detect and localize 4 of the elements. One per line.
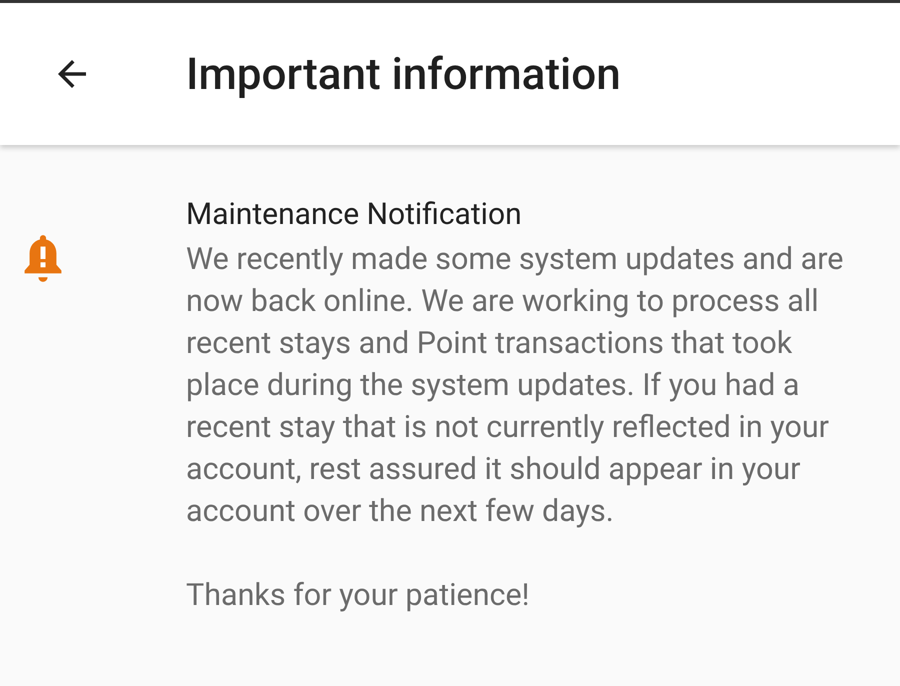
notice-title: Maintenance Notification xyxy=(186,196,523,234)
notice-paragraph: We recently made some system updates and are now back online. We are working to process all recent stays and Point transactions that took place during the system updates. If you had a recent stay that is not currently reflected in your account, rest assured it should appear in your account over the next few days. xyxy=(186,241,844,531)
page-title: Important information xyxy=(186,48,621,100)
notice-paragraph: Thanks for your patience! xyxy=(186,577,531,615)
